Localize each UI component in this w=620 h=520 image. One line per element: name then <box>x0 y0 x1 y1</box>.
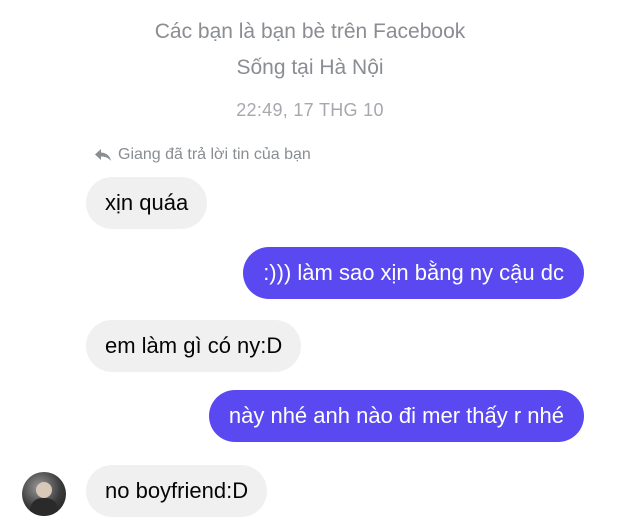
message-timestamp: 22:49, 17 THG 10 <box>236 100 384 120</box>
avatar-body <box>30 498 58 516</box>
message-text: no boyfriend:D <box>105 478 249 503</box>
message-text: xịn quáa <box>105 190 189 215</box>
reply-note-text: Giang đã trả lời tin của bạn <box>118 146 311 163</box>
message-bubble-incoming[interactable]: em làm gì có ny:D <box>86 320 302 372</box>
chat-thread: Các bạn là bạn bè trên Facebook Sống tại… <box>0 0 620 520</box>
reply-note: Giang đã trả lời tin của bạn <box>94 146 311 164</box>
avatar-face <box>36 482 52 498</box>
friends-status-text: Các bạn là bạn bè trên Facebook <box>154 20 466 43</box>
message-bubble-incoming[interactable]: xịn quáa <box>86 177 208 229</box>
message-text: em làm gì có ny:D <box>105 333 283 358</box>
message-text: :))) làm sao xịn bằng ny cậu dc <box>263 260 564 285</box>
location-text: Sống tại Hà Nội <box>236 56 384 79</box>
message-bubble-incoming[interactable]: no boyfriend:D <box>86 465 268 517</box>
message-bubble-outgoing[interactable]: này nhé anh nào đi mer thấy r nhé <box>208 390 584 442</box>
avatar[interactable] <box>22 472 66 516</box>
reply-arrow-icon <box>95 149 111 161</box>
message-text: này nhé anh nào đi mer thấy r nhé <box>228 403 564 428</box>
message-bubble-outgoing[interactable]: :))) làm sao xịn bằng ny cậu dc <box>243 247 584 299</box>
